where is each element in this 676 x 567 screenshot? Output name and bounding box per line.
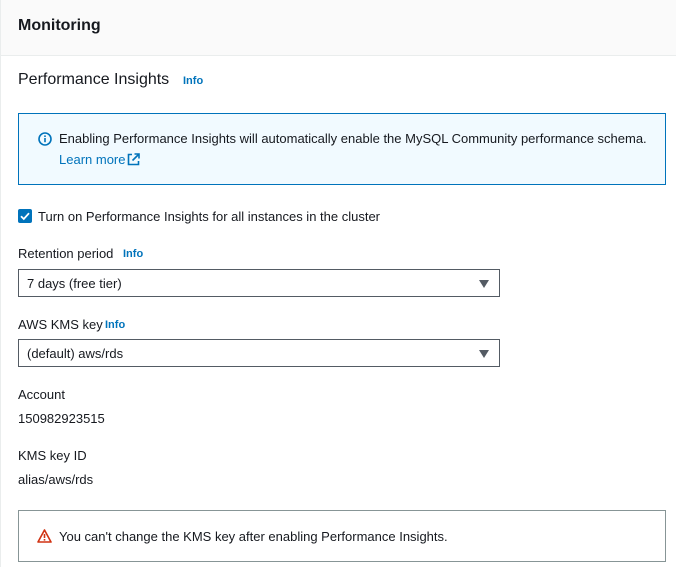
kms-key-info-link[interactable]: Info: [105, 319, 125, 331]
warning-triangle-icon: [37, 529, 52, 543]
account-value: 150982923515: [18, 411, 105, 426]
panel-title: Monitoring: [18, 17, 101, 34]
warning-alert: You can't change the KMS key after enabl…: [18, 510, 666, 562]
performance-insights-info-link[interactable]: Info: [183, 75, 203, 87]
kms-key-id-value: alias/aws/rds: [18, 472, 94, 487]
kms-key-value: (default) aws/rds: [27, 346, 124, 361]
retention-period-value: 7 days (free tier): [27, 276, 122, 291]
section-title: Performance Insights: [18, 71, 170, 88]
info-circle-icon: [38, 132, 52, 146]
monitoring-panel: Monitoring Performance Insights Info Ena…: [0, 0, 676, 567]
panel-header: Monitoring: [1, 0, 676, 56]
info-alert-message: Enabling Performance Insights will autom…: [59, 131, 647, 146]
retention-period-info-link[interactable]: Info: [123, 248, 143, 260]
caret-down-icon: [479, 350, 489, 358]
warning-alert-message: You can't change the KMS key after enabl…: [59, 529, 448, 544]
check-icon: [20, 212, 30, 221]
account-label: Account: [18, 387, 65, 402]
retention-period-select[interactable]: 7 days (free tier): [18, 269, 500, 297]
performance-insights-checkbox[interactable]: [18, 209, 32, 223]
caret-down-icon: [479, 280, 489, 288]
kms-key-id-label: KMS key ID: [18, 448, 87, 463]
performance-insights-checkbox-label[interactable]: Turn on Performance Insights for all ins…: [38, 209, 380, 224]
kms-key-select[interactable]: (default) aws/rds: [18, 339, 500, 367]
retention-period-label: Retention period: [18, 246, 114, 261]
info-alert: Enabling Performance Insights will autom…: [18, 113, 666, 185]
learn-more-link[interactable]: Learn more: [59, 152, 125, 167]
external-link-icon[interactable]: [127, 153, 140, 166]
kms-key-label: AWS KMS key: [18, 317, 103, 332]
